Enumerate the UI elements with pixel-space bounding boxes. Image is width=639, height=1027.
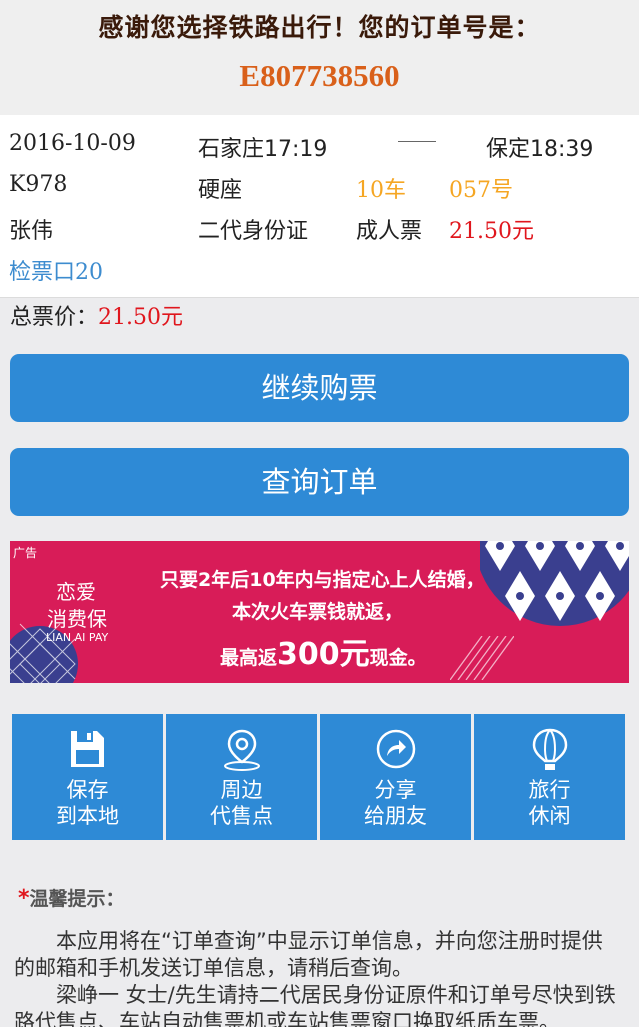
action-tiles: 保存 到本地 周边 代售点 分享 给朋友 旅行 休闲 <box>12 714 625 840</box>
car-number: 10车 <box>356 178 406 203</box>
nearby-tile-line1: 周边 <box>220 778 263 802</box>
share-icon <box>376 729 416 769</box>
route-arrow <box>398 141 436 142</box>
save-tile-line2: 到本地 <box>56 804 119 828</box>
share-tile-label: 分享 给朋友 <box>320 777 471 829</box>
total-price-label: 总票价： <box>10 305 99 330</box>
ad-text-line2: 本次火车票钱就返， <box>232 601 404 623</box>
save-to-local-tile[interactable]: 保存 到本地 <box>12 714 163 840</box>
balloon-icon <box>532 728 568 770</box>
arrival-station-time: 保定18:39 <box>486 137 594 162</box>
ticket-card: 2016-10-09 石家庄17:19 保定18:39 K978 硬座 10车 … <box>0 115 639 298</box>
nearby-tile-label: 周边 代售点 <box>166 777 317 829</box>
seat-class: 硬座 <box>198 178 243 203</box>
ad-banner[interactable]: 广告 恋爱 消费保 LIAN AI PAY 只要2年后10年内与指定心上人结婚，… <box>10 541 629 683</box>
share-to-friends-tile[interactable]: 分享 给朋友 <box>320 714 471 840</box>
travel-date: 2016-10-09 <box>9 131 136 156</box>
nearby-tile-line2: 代售点 <box>210 804 273 828</box>
ad-stripes <box>450 636 514 680</box>
tips-paragraph-2: 梁峥一 女士/先生请持二代居民身份证原件和订单号尽快到铁路代售点、车站自动售票机… <box>14 983 616 1027</box>
save-tile-line1: 保存 <box>66 778 109 802</box>
location-pin-icon <box>224 729 260 771</box>
ad-pattern-top-right <box>480 541 629 626</box>
order-number: E807738560 <box>239 58 400 93</box>
departure-station-time: 石家庄17:19 <box>198 137 328 162</box>
save-icon <box>71 731 104 767</box>
nearby-agents-tile[interactable]: 周边 代售点 <box>166 714 317 840</box>
travel-tile-line2: 休闲 <box>528 804 571 828</box>
passenger-name: 张伟 <box>9 219 54 244</box>
travel-leisure-tile[interactable]: 旅行 休闲 <box>474 714 625 840</box>
seat-number: 057号 <box>449 178 513 203</box>
id-type: 二代身份证 <box>198 219 309 244</box>
continue-purchase-button[interactable]: 继续购票 <box>10 354 629 422</box>
save-tile-label: 保存 到本地 <box>12 777 163 829</box>
ticket-type: 成人票 <box>356 219 423 244</box>
order-header: 感谢您选择铁路出行！您的订单号是： E807738560 <box>0 0 639 115</box>
total-price-value: 21.50元 <box>98 305 183 330</box>
tips-body: 本应用将在“订单查询”中显示订单信息，并向您注册时提供的邮箱和手机发送订单信息，… <box>14 928 622 1027</box>
query-order-button[interactable]: 查询订单 <box>10 448 629 516</box>
share-tile-line1: 分享 <box>374 778 417 802</box>
tips-paragraph-1: 本应用将在“订单查询”中显示订单信息，并向您注册时提供的邮箱和手机发送订单信息，… <box>14 929 603 980</box>
ad-brand-line1: 恋爱 <box>56 580 96 604</box>
ticket-gate: 检票口20 <box>9 260 103 285</box>
tips-title: *温馨提示： <box>18 884 125 911</box>
ad-text-line3-a: 最高返 <box>220 647 278 669</box>
tips-title-text: 温馨提示： <box>29 888 125 910</box>
ad-text-line1: 只要2年后10年内与指定心上人结婚， <box>160 569 485 591</box>
ad-text-line3-b: 现金。 <box>369 647 427 669</box>
travel-tile-label: 旅行 休闲 <box>474 777 625 829</box>
ad-text-amount: 300元 <box>277 637 370 672</box>
ad-tag: 广告 <box>13 546 38 560</box>
ad-brand-english: LIAN AI PAY <box>46 631 109 644</box>
tips-star: * <box>18 886 30 911</box>
share-tile-line2: 给朋友 <box>364 804 427 828</box>
thanks-message: 感谢您选择铁路出行！您的订单号是： <box>98 13 541 42</box>
ad-brand-line2: 消费保 <box>47 607 107 631</box>
total-price: 总票价：21.50元 <box>10 299 183 331</box>
travel-tile-line1: 旅行 <box>528 778 571 802</box>
ad-text-line3: 最高返300元现金。 <box>220 629 427 673</box>
ticket-price: 21.50元 <box>449 219 534 244</box>
train-number: K978 <box>9 172 68 197</box>
